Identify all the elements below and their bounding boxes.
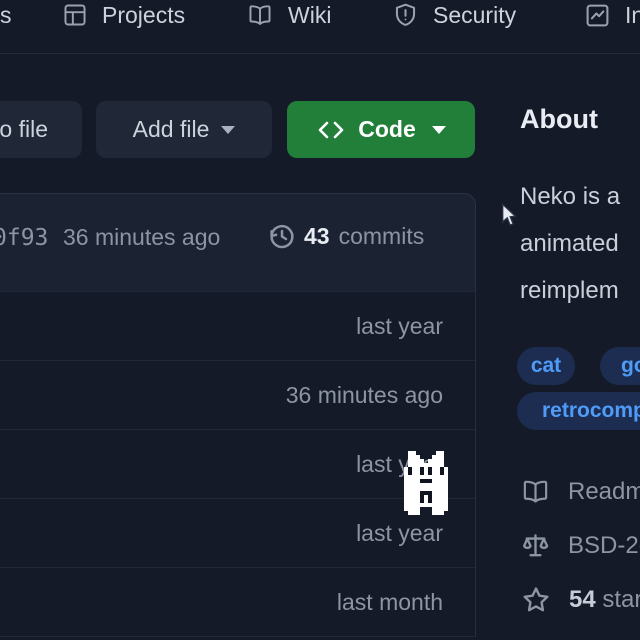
mouse-cursor-icon xyxy=(501,203,517,227)
commit-bar[interactable]: 0f93 36 minutes ago 43 commits xyxy=(0,193,476,292)
goto-file-button[interactable]: o file xyxy=(0,101,82,158)
table-row[interactable]: last year xyxy=(0,292,475,361)
commit-hash[interactable]: 0f93 xyxy=(0,225,48,251)
graph-icon xyxy=(584,2,611,29)
nav-item-wiki-label: Wiki xyxy=(288,2,331,29)
add-file-button[interactable]: Add file xyxy=(96,101,272,158)
table-row[interactable]: last month xyxy=(0,568,475,637)
file-updated-time: 36 minutes ago xyxy=(286,382,443,409)
topic-tag-label: cat xyxy=(531,354,561,378)
neko-cat-sprite xyxy=(404,451,448,515)
shield-exclamation-icon xyxy=(392,2,419,29)
license-label: BSD-2-Clause license xyxy=(568,532,640,560)
nav-divider xyxy=(0,53,640,54)
code-label: Code xyxy=(358,116,416,143)
add-file-label: Add file xyxy=(133,116,210,143)
readme-link[interactable]: Readme xyxy=(520,477,640,506)
book-icon xyxy=(246,2,274,28)
topic-tag-label: go xyxy=(621,354,640,378)
goto-file-label: o file xyxy=(0,116,48,143)
star-icon xyxy=(520,584,552,616)
code-button[interactable]: Code xyxy=(287,101,475,158)
stars-link[interactable]: 54 stars xyxy=(520,584,640,616)
nav-item-projects-label: Projects xyxy=(102,2,185,29)
history-clock-icon xyxy=(267,221,297,251)
nav-item-wiki[interactable]: Wiki xyxy=(246,0,331,30)
table-icon xyxy=(62,2,88,28)
book-icon xyxy=(520,477,551,506)
license-link[interactable]: BSD-2-Clause license xyxy=(520,530,640,561)
topic-tag-cat[interactable]: cat xyxy=(517,347,575,385)
about-description-line: animated xyxy=(520,230,619,258)
nav-item-partial-label: s xyxy=(0,2,12,29)
commits-link[interactable]: 43 commits xyxy=(267,221,424,251)
nav-item-security-label: Security xyxy=(433,2,516,29)
readme-label: Readme xyxy=(568,478,640,506)
chevron-down-icon xyxy=(221,126,235,134)
code-icon xyxy=(316,119,346,141)
about-heading: About xyxy=(520,104,598,135)
file-updated-time: last year xyxy=(356,520,443,547)
nav-item-insights-label: In xyxy=(625,2,640,29)
law-scales-icon xyxy=(520,530,551,561)
file-updated-time: last month xyxy=(337,589,443,616)
commits-count: 43 xyxy=(304,223,330,250)
topic-tag-retrocomputing[interactable]: retrocomp xyxy=(517,392,640,430)
nav-item-insights[interactable]: In xyxy=(584,0,640,30)
chevron-down-icon xyxy=(432,126,446,134)
about-description-line: Neko is a xyxy=(520,183,620,211)
table-row[interactable]: 36 minutes ago xyxy=(0,361,475,430)
commit-time: 36 minutes ago xyxy=(63,224,220,251)
nav-item-security[interactable]: Security xyxy=(392,0,516,30)
stars-label: stars xyxy=(602,586,640,613)
file-updated-time: last year xyxy=(356,313,443,340)
commits-label: commits xyxy=(339,223,425,250)
about-description-line: reimplem xyxy=(520,277,619,305)
nav-item-projects[interactable]: Projects xyxy=(62,0,185,30)
topic-tag-label: retrocomp xyxy=(542,399,640,423)
stars-count: 54 xyxy=(569,586,596,613)
nav-item-partial[interactable]: s xyxy=(0,0,12,30)
topic-tag-go[interactable]: go xyxy=(600,347,640,385)
